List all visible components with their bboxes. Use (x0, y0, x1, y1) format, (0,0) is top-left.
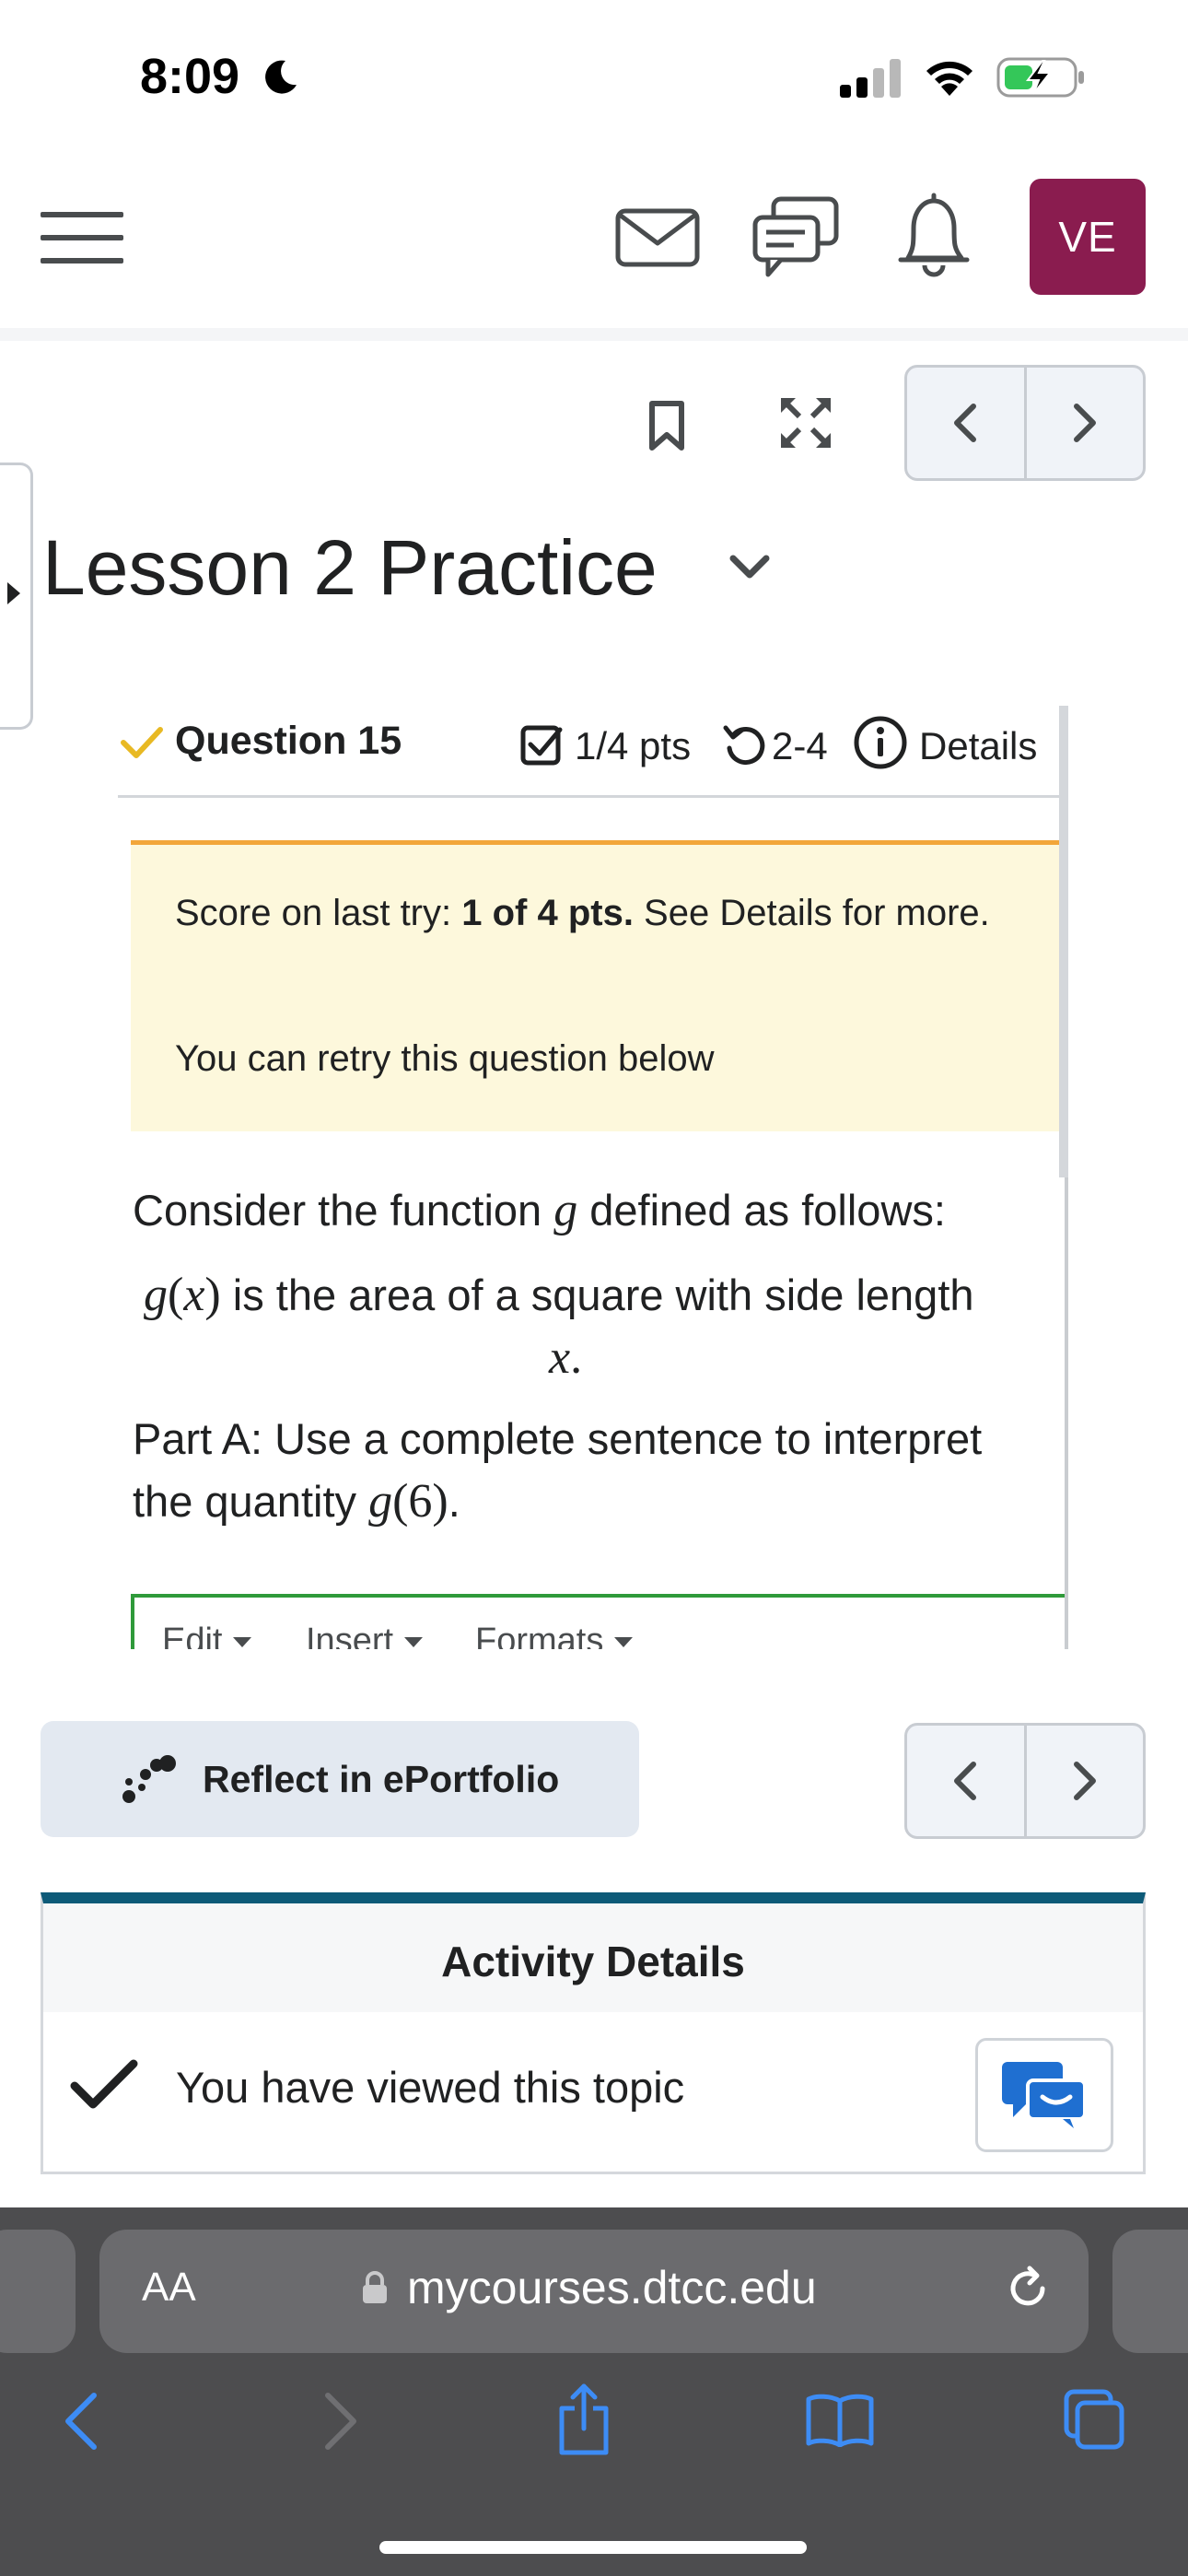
chevron-right-icon (325, 2393, 356, 2450)
bell-icon[interactable] (895, 188, 973, 280)
activity-details-panel: Activity Details You have viewed this to… (41, 1892, 1146, 2174)
check-icon (120, 724, 164, 761)
chevron-right-icon (1073, 404, 1096, 442)
mail-icon[interactable] (615, 208, 700, 267)
editor-menu-insert[interactable]: Insert (306, 1622, 424, 1649)
reader-settings-button[interactable]: AA (142, 2265, 196, 2311)
details-link[interactable]: Details (919, 724, 1037, 768)
status-time: 8:09 (140, 49, 240, 104)
chat-icon[interactable] (751, 195, 840, 280)
next-tab-preview[interactable] (1112, 2230, 1188, 2353)
reflect-eportfolio-button[interactable]: Reflect in ePortfolio (41, 1721, 639, 1837)
question-scrollbar[interactable] (1059, 706, 1068, 1177)
caret-down-icon (614, 1637, 634, 1648)
bookmarks-icon[interactable] (805, 2392, 875, 2447)
bookmark-icon[interactable] (648, 400, 685, 451)
chevron-left-icon (65, 2393, 97, 2450)
forward-button[interactable] (320, 2392, 361, 2451)
signal-icon (838, 59, 904, 98)
question-text-line: x. (549, 1331, 583, 1384)
previous-tab-preview[interactable] (0, 2230, 76, 2353)
expand-icon[interactable] (779, 396, 833, 450)
checkbox-icon (519, 722, 565, 768)
activity-header[interactable]: Activity Details (43, 1903, 1143, 2012)
caret-down-icon (404, 1637, 424, 1648)
battery-charging-icon (996, 55, 1087, 100)
browser-toolbar: AA mycourses.dtcc.edu (0, 2207, 1188, 2576)
chevron-left-icon (954, 404, 977, 442)
question-points: 1/4 pts (575, 724, 692, 767)
chevron-right-icon (1073, 1762, 1096, 1800)
caret-down-icon (233, 1637, 252, 1648)
score-message: Score on last try: 1 of 4 pts. See Detai… (175, 893, 990, 933)
editor-menu-formats[interactable]: Formats (475, 1622, 634, 1649)
topic-nav (904, 365, 1146, 481)
answer-editor[interactable]: Edit Insert Formats (131, 1594, 1068, 1649)
chevron-down-icon[interactable] (729, 553, 770, 580)
feedback-icon (1002, 2062, 1087, 2128)
question-header: Question 15 1/4 pts 2-4 Details (118, 706, 1066, 798)
viewed-status: You have viewed this topic (176, 2063, 685, 2112)
checkmark-icon (69, 2058, 139, 2112)
caret-right-icon (6, 580, 22, 606)
feedback-button[interactable] (975, 2038, 1113, 2152)
question-text-line: Consider the function g defined as follo… (133, 1184, 946, 1236)
avatar[interactable]: VE (1030, 179, 1146, 295)
previous-topic-button[interactable] (907, 368, 1024, 478)
part-a-prompt: the quantity g(6). (133, 1475, 460, 1528)
question-attempts: 2-4 (772, 724, 828, 767)
score-alert: Score on last try: 1 of 4 pts. See Detai… (131, 840, 1059, 1131)
question-frame: Question 15 1/4 pts 2-4 Details Score on… (118, 706, 1068, 1649)
share-icon[interactable] (554, 2383, 613, 2456)
question-scroll-track (1065, 1177, 1068, 1649)
url-text: mycourses.dtcc.edu (407, 2262, 817, 2313)
hamburger-icon[interactable] (41, 210, 123, 265)
activity-title: Activity Details (441, 1938, 745, 1985)
lock-icon (361, 2270, 389, 2305)
wifi-icon (921, 55, 978, 98)
moon-icon (260, 57, 300, 98)
eportfolio-icon (122, 1754, 177, 1806)
back-button[interactable] (61, 2392, 101, 2451)
next-topic-button[interactable] (1023, 1726, 1144, 1836)
reload-icon[interactable] (1002, 2263, 1054, 2314)
retry-icon (722, 722, 766, 767)
topic-nav-bottom (904, 1723, 1146, 1839)
address-bar[interactable]: AA mycourses.dtcc.edu (99, 2230, 1089, 2353)
reflect-label: Reflect in ePortfolio (203, 1758, 560, 1800)
editor-menu-edit[interactable]: Edit (162, 1622, 252, 1649)
part-a-prompt: Part A: Use a complete sentence to inter… (133, 1414, 983, 1463)
tabs-icon[interactable] (1063, 2388, 1125, 2451)
info-icon[interactable] (853, 715, 908, 770)
page-title: Lesson 2 Practice (42, 524, 658, 611)
app-header (0, 175, 1188, 341)
question-text-line: g(x) is the area of a square with side l… (144, 1269, 974, 1321)
next-topic-button[interactable] (1023, 368, 1144, 478)
question-label: Question 15 (175, 719, 402, 763)
home-indicator (379, 2541, 807, 2554)
chevron-left-icon (954, 1762, 977, 1800)
previous-topic-button[interactable] (907, 1726, 1024, 1836)
retry-message: You can retry this question below (175, 1038, 715, 1079)
